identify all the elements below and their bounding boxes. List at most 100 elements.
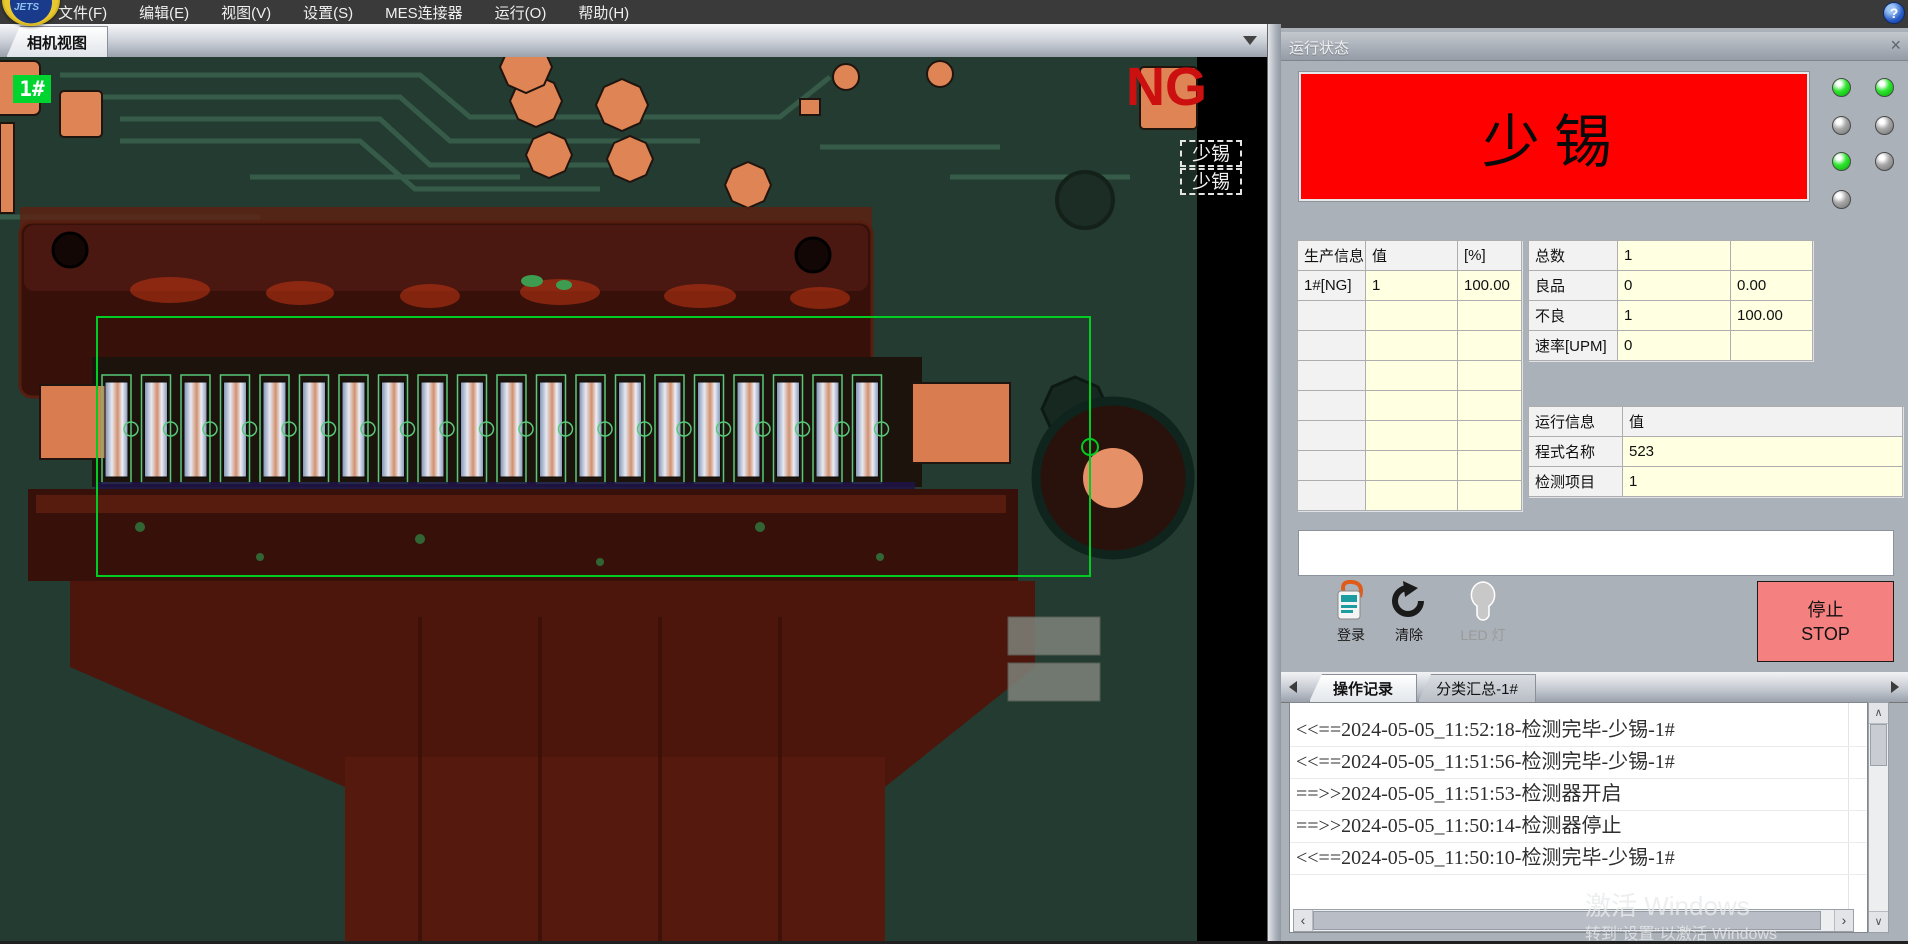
menu-item-2[interactable]: 视图(V) <box>221 2 271 23</box>
table-value-cell <box>1731 241 1813 271</box>
table-value-cell: 1 <box>1623 467 1903 497</box>
summary-table: 总数1良品00.00不良1100.00速率[UPM]0 <box>1528 240 1813 361</box>
led-light-button[interactable]: LED 灯 <box>1454 579 1512 655</box>
table-row <box>1298 451 1522 481</box>
table-value-cell <box>1366 481 1458 511</box>
table-value-cell <box>1366 451 1458 481</box>
defect-tag: 少锡 <box>1180 140 1242 167</box>
result-banner-text: 少锡 <box>1301 74 1807 199</box>
table-row: 良品00.00 <box>1529 271 1813 301</box>
tab-scroll-left-icon[interactable] <box>1289 681 1297 693</box>
tab-classification-summary[interactable]: 分类汇总-1# <box>1418 674 1536 702</box>
log-horizontal-scrollbar[interactable]: ‹ › <box>1293 909 1854 932</box>
table-value-cell <box>1458 361 1522 391</box>
panel-title: 运行状态 <box>1289 37 1349 58</box>
table-row: 速率[UPM]0 <box>1529 331 1813 361</box>
menu-item-5[interactable]: 运行(O) <box>495 2 547 23</box>
table-label-cell: 1#[NG] <box>1298 271 1366 301</box>
menu-item-1[interactable]: 编辑(E) <box>139 2 189 23</box>
panel-titlebar: 运行状态 × <box>1281 32 1908 61</box>
table-value-cell: 100.00 <box>1458 271 1522 301</box>
status-led-1-1 <box>1875 116 1894 135</box>
table-label-cell <box>1298 481 1366 511</box>
chevron-down-icon[interactable] <box>1243 36 1257 45</box>
app-logo-text: JETS <box>14 2 39 13</box>
hscroll-thumb[interactable] <box>1313 911 1821 930</box>
table-label-cell <box>1298 361 1366 391</box>
table-label-cell: 程式名称 <box>1529 437 1623 467</box>
log-entry-1[interactable]: <<==2024-05-05_11:51:56-检测完毕-少锡-1# <box>1290 747 1867 779</box>
table-label-cell: 速率[UPM] <box>1529 331 1618 361</box>
stop-button[interactable]: 停止 STOP <box>1757 581 1894 662</box>
table-row: 总数1 <box>1529 241 1813 271</box>
camera-image-area: 1# NG 少锡 少锡 <box>0 57 1267 941</box>
refresh-icon <box>1388 579 1430 623</box>
operation-log-list[interactable]: <<==2024-05-05_11:52:18-检测完毕-少锡-1#<<==20… <box>1289 702 1868 933</box>
pcb-photo <box>0 57 1267 941</box>
login-button[interactable]: 登录 <box>1322 579 1380 655</box>
tab-camera-view[interactable]: 相机视图 <box>6 26 108 58</box>
table-value-cell: 0 <box>1618 331 1731 361</box>
run-info-table: 运行信息值程式名称523检测项目1 <box>1528 406 1903 497</box>
menu-item-0[interactable]: 文件(F) <box>58 2 107 23</box>
camera-id-badge: 1# <box>13 75 51 103</box>
table-label-cell: [%] <box>1458 241 1522 271</box>
status-led-3-0 <box>1832 190 1851 209</box>
table-label-cell: 良品 <box>1529 271 1618 301</box>
table-label-cell: 总数 <box>1529 241 1618 271</box>
menu-item-4[interactable]: MES连接器 <box>385 2 463 23</box>
table-value-cell: 1 <box>1618 301 1731 331</box>
status-led-0-0 <box>1832 78 1851 97</box>
log-entry-2[interactable]: ==>>2024-05-05_11:51:53-检测器开启 <box>1290 779 1867 811</box>
scroll-down-icon[interactable]: ∨ <box>1869 911 1888 932</box>
menu-item-3[interactable]: 设置(S) <box>303 2 353 23</box>
table-value-cell <box>1366 391 1458 421</box>
tab-scroll-right-icon[interactable] <box>1891 681 1899 693</box>
result-label: NG <box>1126 59 1207 115</box>
table-label-cell: 运行信息 <box>1529 407 1623 437</box>
status-led-2-0 <box>1832 152 1851 171</box>
log-entry-4[interactable]: <<==2024-05-05_11:50:10-检测完毕-少锡-1# <box>1290 843 1867 875</box>
table-label-cell <box>1298 421 1366 451</box>
panel-splitter[interactable] <box>1267 24 1282 941</box>
table-value-cell <box>1731 331 1813 361</box>
close-icon[interactable]: × <box>1890 35 1901 56</box>
clear-button[interactable]: 清除 <box>1380 579 1438 655</box>
table-label-cell: 检测项目 <box>1529 467 1623 497</box>
defect-tag: 少锡 <box>1180 168 1242 195</box>
scroll-up-icon[interactable]: ∧ <box>1869 703 1888 724</box>
status-led-0-1 <box>1875 78 1894 97</box>
table-row: 1#[NG]1100.00 <box>1298 271 1522 301</box>
scroll-right-icon[interactable]: › <box>1834 910 1853 931</box>
table-label-cell <box>1298 331 1366 361</box>
scroll-left-icon[interactable]: ‹ <box>1294 910 1313 931</box>
table-row: 生产信息值[%] <box>1298 241 1522 271</box>
log-entry-3[interactable]: ==>>2024-05-05_11:50:14-检测器停止 <box>1290 811 1867 843</box>
table-row: 检测项目1 <box>1529 467 1903 497</box>
table-value-cell <box>1458 391 1522 421</box>
table-row: 程式名称523 <box>1529 437 1903 467</box>
stop-label-en: STOP <box>1801 622 1850 646</box>
menu-bar: 文件(F) 编辑(E) 视图(V) 设置(S) MES连接器 运行(O) 帮助(H) ? <box>0 0 1908 24</box>
table-label-cell <box>1298 301 1366 331</box>
log-entry-0[interactable]: <<==2024-05-05_11:52:18-检测完毕-少锡-1# <box>1290 715 1867 747</box>
table-value-cell <box>1458 421 1522 451</box>
table-value-cell: 523 <box>1623 437 1903 467</box>
tab-operation-log[interactable]: 操作记录 <box>1309 674 1417 702</box>
table-label-cell: 生产信息 <box>1298 241 1366 271</box>
table-value-cell: 0.00 <box>1731 271 1813 301</box>
message-box[interactable] <box>1298 530 1894 576</box>
log-tabstrip: 操作记录 分类汇总-1# <box>1281 672 1908 703</box>
log-vertical-scrollbar[interactable]: ∧ ∨ <box>1868 702 1889 933</box>
table-value-cell: 1 <box>1366 271 1458 301</box>
menu-item-6[interactable]: 帮助(H) <box>578 2 629 23</box>
login-label: 登录 <box>1337 625 1365 645</box>
run-status-panel: 运行状态 × 少锡 生产信息值[%]1#[NG]1100.00 总数1良品00.… <box>1281 24 1908 941</box>
table-row: 运行信息值 <box>1529 407 1903 437</box>
vscroll-thumb[interactable] <box>1870 724 1887 766</box>
clear-label: 清除 <box>1395 625 1423 645</box>
result-banner: 少锡 <box>1298 71 1810 202</box>
badge-icon <box>1330 579 1372 623</box>
help-icon[interactable]: ? <box>1883 2 1905 24</box>
production-table: 生产信息值[%]1#[NG]1100.00 <box>1297 240 1522 511</box>
